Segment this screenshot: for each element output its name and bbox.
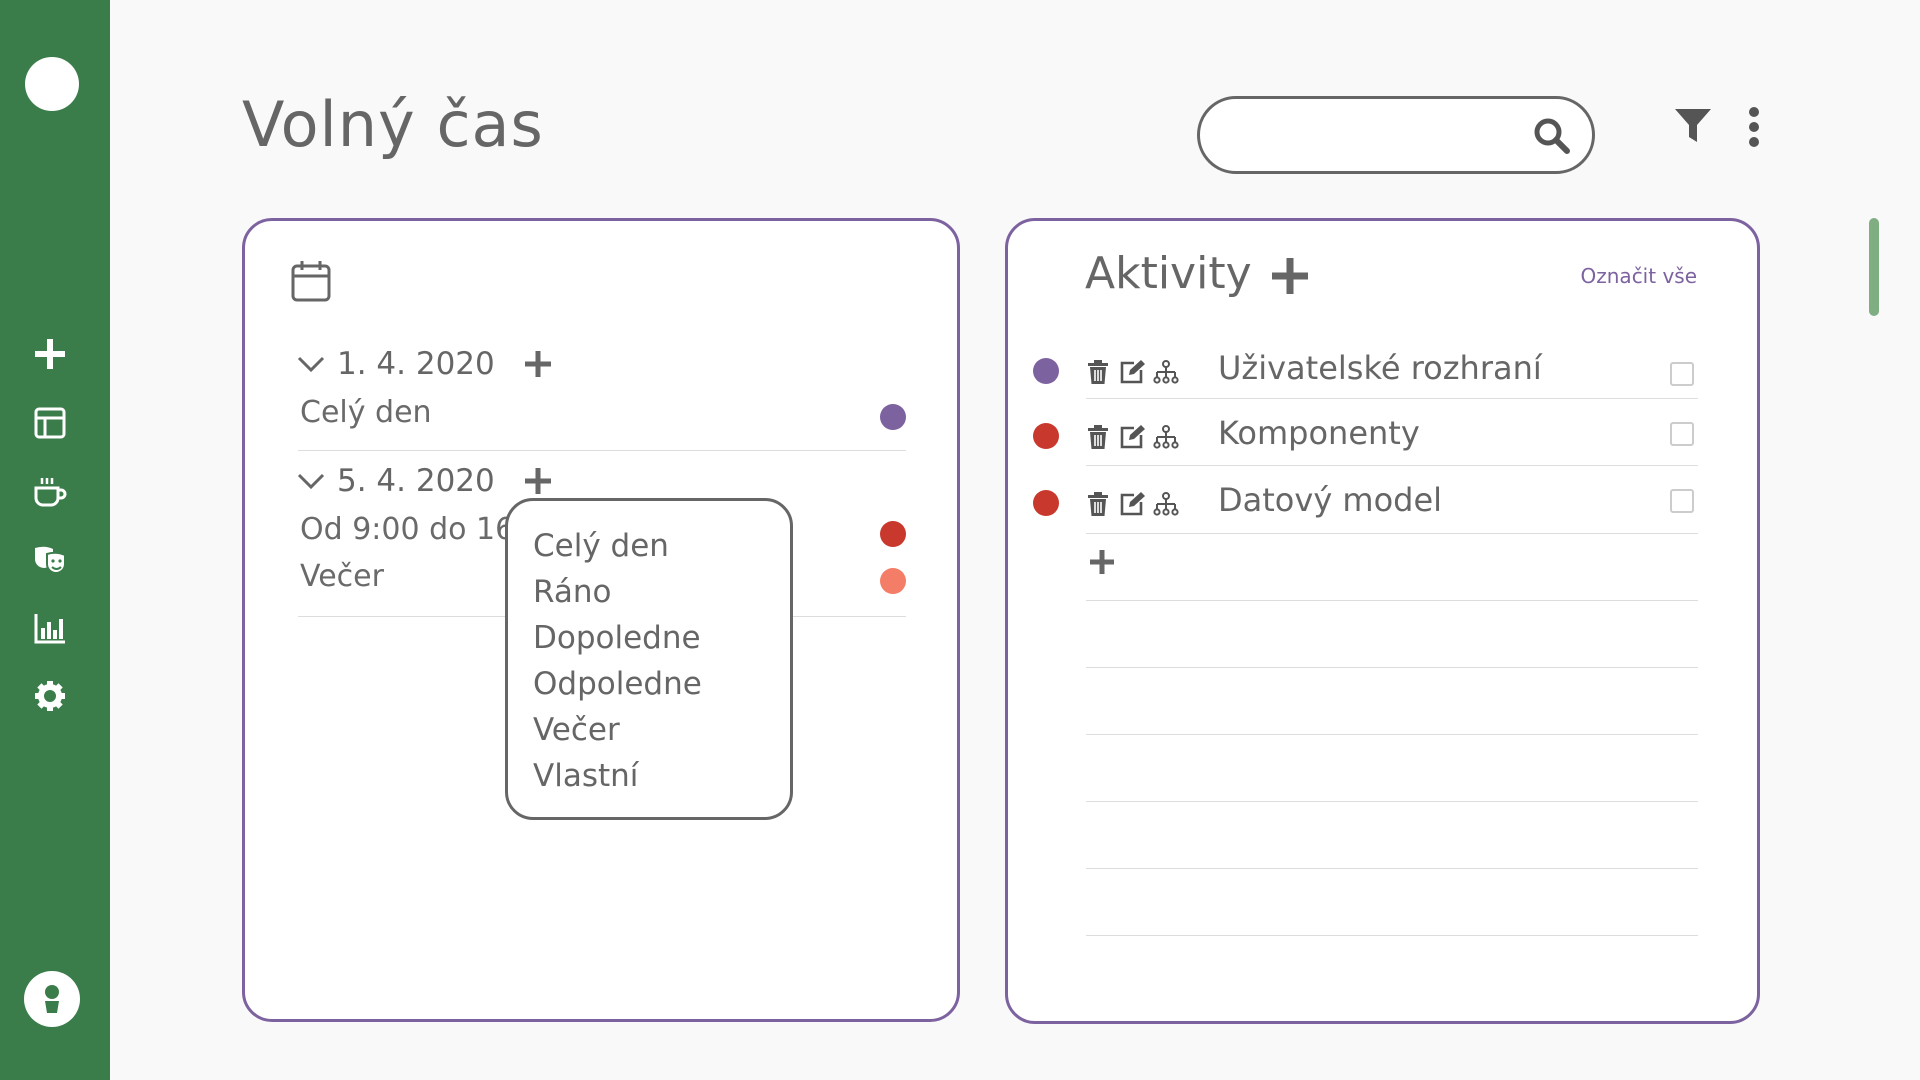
activity-row: Datový model [1008, 472, 1757, 538]
activity-checkbox[interactable] [1670, 362, 1694, 386]
activity-color-dot [1033, 423, 1059, 449]
calendar-icon [291, 261, 331, 302]
entry-label[interactable]: Celý den [300, 395, 432, 430]
activities-card: Aktivity Označit vše Uživatelské rozhran… [1005, 218, 1760, 1024]
trash-icon[interactable] [1085, 359, 1111, 385]
divider [1086, 533, 1698, 534]
activity-checkbox[interactable] [1670, 422, 1694, 446]
dropdown-option[interactable]: Dopoledne [508, 615, 790, 661]
divider [1086, 465, 1698, 466]
add-activity-row-icon[interactable] [1088, 548, 1116, 576]
activity-label[interactable]: Datový model [1218, 481, 1442, 519]
entry-label[interactable]: Večer [300, 559, 384, 594]
page-title: Volný čas [242, 88, 544, 161]
add-entry-icon[interactable] [523, 349, 553, 379]
hierarchy-icon[interactable] [1153, 491, 1179, 517]
edit-icon[interactable] [1119, 424, 1145, 450]
more-vertical-icon[interactable] [1744, 104, 1764, 150]
hierarchy-icon[interactable] [1153, 359, 1179, 385]
layout-icon[interactable] [26, 399, 74, 447]
time-of-day-dropdown: Celý den Ráno Dopoledne Odpoledne Večer … [505, 498, 793, 820]
divider [298, 450, 906, 451]
day-header: 5. 4. 2020 [295, 463, 553, 499]
mark-all-link[interactable]: Označit vše [1581, 264, 1697, 288]
divider [1086, 667, 1698, 668]
plus-icon[interactable] [26, 330, 74, 378]
chevron-down-icon[interactable] [295, 465, 327, 497]
search-input[interactable] [1226, 115, 1520, 157]
dropdown-option[interactable]: Odpoledne [508, 661, 790, 707]
day-date: 5. 4. 2020 [337, 463, 495, 499]
dropdown-option[interactable]: Večer [508, 707, 790, 753]
hierarchy-icon[interactable] [1153, 424, 1179, 450]
sidebar [0, 0, 110, 1080]
activity-color-dot [1033, 358, 1059, 384]
user-icon [45, 985, 59, 1013]
activity-row: Komponenty [1008, 405, 1757, 471]
add-entry-icon[interactable] [523, 466, 553, 496]
trash-icon[interactable] [1085, 491, 1111, 517]
divider [1086, 600, 1698, 601]
divider [1086, 868, 1698, 869]
divider [1086, 801, 1698, 802]
edit-icon[interactable] [1119, 359, 1145, 385]
edit-icon[interactable] [1119, 491, 1145, 517]
activity-label[interactable]: Uživatelské rozhraní [1218, 349, 1542, 387]
dropdown-option[interactable]: Vlastní [508, 753, 790, 799]
scrollbar-thumb[interactable] [1869, 218, 1879, 316]
theater-masks-icon[interactable] [26, 536, 74, 584]
trash-icon[interactable] [1085, 424, 1111, 450]
divider [1086, 734, 1698, 735]
search-icon[interactable] [1532, 116, 1572, 156]
divider [1086, 935, 1698, 936]
dropdown-option[interactable]: Ráno [508, 569, 790, 615]
entry-color-dot [880, 404, 906, 430]
day-date: 1. 4. 2020 [337, 346, 495, 382]
activity-color-dot [1033, 490, 1059, 516]
divider [1086, 398, 1698, 399]
coffee-icon[interactable] [26, 468, 74, 516]
chevron-down-icon[interactable] [295, 348, 327, 380]
user-avatar[interactable] [24, 971, 80, 1027]
activity-checkbox[interactable] [1670, 489, 1694, 513]
bar-chart-icon[interactable] [26, 604, 74, 652]
filter-icon[interactable] [1673, 106, 1713, 146]
app-logo[interactable] [25, 57, 79, 111]
activities-title: Aktivity [1085, 248, 1252, 299]
activity-label[interactable]: Komponenty [1218, 414, 1420, 452]
day-header: 1. 4. 2020 [295, 346, 553, 382]
add-activity-icon[interactable] [1270, 256, 1310, 296]
search-box[interactable] [1197, 96, 1595, 174]
activity-row: Uživatelské rozhraní [1008, 337, 1757, 403]
dropdown-option[interactable]: Celý den [508, 523, 790, 569]
entry-label[interactable]: Od 9:00 do 16: [300, 512, 524, 547]
entry-color-dot [880, 568, 906, 594]
entry-color-dot [880, 521, 906, 547]
settings-icon[interactable] [26, 672, 74, 720]
